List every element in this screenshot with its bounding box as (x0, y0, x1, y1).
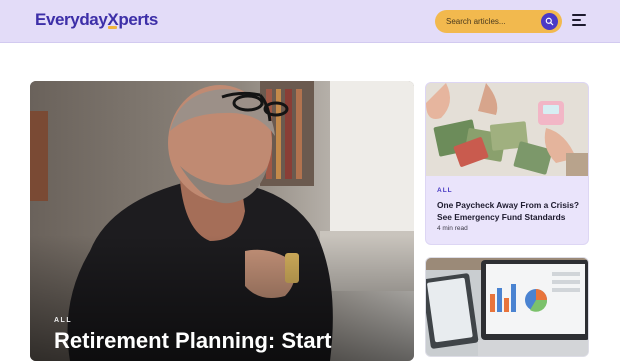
site-header: EverydayXperts (0, 0, 620, 43)
logo-text-everyday: Everyday (35, 10, 108, 29)
article-card-read-time: 4 min read (437, 225, 468, 232)
featured-category[interactable]: ALL (54, 317, 72, 324)
search-button[interactable] (541, 13, 558, 30)
logo-text-perts: perts (118, 10, 158, 29)
search-icon (545, 17, 554, 26)
article-card[interactable] (425, 257, 589, 357)
search-input[interactable] (446, 14, 536, 29)
featured-article-image (30, 81, 414, 361)
article-card-title[interactable]: One Paycheck Away From a Crisis? See Eme… (437, 199, 585, 223)
featured-title[interactable]: Retirement Planning: Start (54, 328, 404, 354)
menu-button[interactable] (572, 14, 586, 26)
article-card-category[interactable]: ALL (437, 187, 453, 194)
article-card[interactable]: ALL One Paycheck Away From a Crisis? See… (425, 82, 589, 245)
article-card-image (426, 258, 588, 356)
search-bar (435, 10, 562, 33)
featured-article-card[interactable]: ALL Retirement Planning: Start (30, 81, 414, 361)
article-card-image (426, 83, 588, 176)
logo-text-x: X (107, 10, 119, 29)
site-logo[interactable]: EverydayXperts (35, 10, 158, 30)
